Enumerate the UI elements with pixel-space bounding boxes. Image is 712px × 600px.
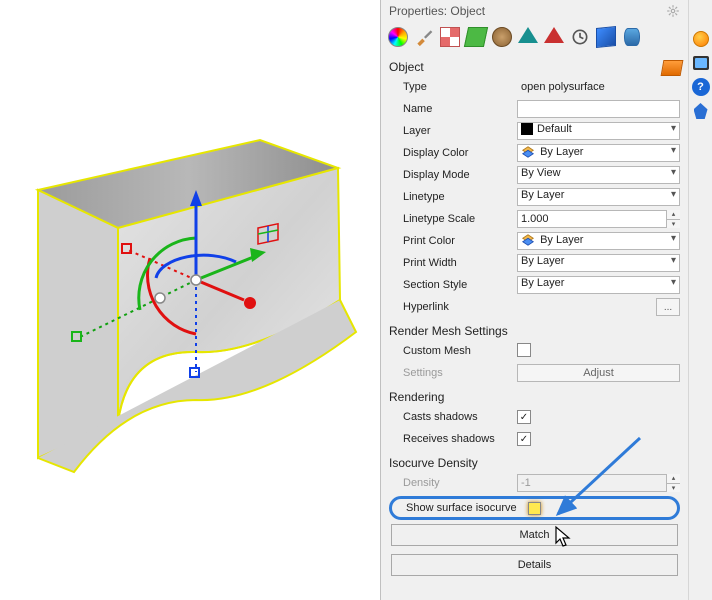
- section-isocurve-title: Isocurve Density: [381, 450, 688, 472]
- tab-history-icon[interactable]: [569, 26, 591, 48]
- select-display-mode[interactable]: By View: [517, 166, 680, 184]
- panel-title: Properties: Object: [389, 4, 485, 18]
- tab-object-icon[interactable]: [387, 26, 409, 48]
- label-linetype: Linetype: [389, 191, 517, 203]
- label-linetype-scale: Linetype Scale: [389, 213, 517, 225]
- label-type: Type: [389, 81, 517, 93]
- select-linetype[interactable]: By Layer: [517, 188, 680, 206]
- button-details[interactable]: Details: [391, 554, 678, 576]
- tab-overflow-icon[interactable]: [661, 60, 684, 76]
- label-show-isocurve: Show surface isocurve: [398, 502, 528, 514]
- label-layer: Layer: [389, 125, 517, 137]
- tab-row: [381, 22, 688, 54]
- tab-shrinkwrap-icon[interactable]: [595, 26, 617, 48]
- properties-panel: Properties: Object Object Type open poly…: [380, 0, 712, 600]
- tab-decal-icon[interactable]: [465, 26, 487, 48]
- section-rendermesh-title: Render Mesh Settings: [381, 318, 688, 340]
- spinner-linetype-scale[interactable]: ▴▾: [666, 210, 680, 228]
- checkbox-casts[interactable]: ✓: [517, 410, 531, 424]
- tab-environment-icon[interactable]: [491, 26, 513, 48]
- tab-cylinder-icon[interactable]: [621, 26, 643, 48]
- label-display-mode: Display Mode: [389, 169, 517, 181]
- label-settings: Settings: [389, 367, 517, 379]
- checkbox-custom-mesh[interactable]: [517, 343, 531, 357]
- button-adjust: Adjust: [517, 364, 680, 382]
- button-hyperlink[interactable]: ...: [656, 298, 680, 316]
- section-rendering-title: Rendering: [381, 384, 688, 406]
- checkbox-show-isocurve[interactable]: [528, 502, 541, 515]
- label-receives: Receives shadows: [389, 433, 517, 445]
- checkbox-receives[interactable]: ✓: [517, 432, 531, 446]
- select-section-style[interactable]: By Layer: [517, 276, 680, 294]
- label-casts: Casts shadows: [389, 411, 517, 423]
- tab-edge-icon[interactable]: [517, 26, 539, 48]
- tab-thickness-icon[interactable]: [543, 26, 565, 48]
- spinner-density: ▴▾: [666, 474, 680, 492]
- input-density: [517, 474, 680, 492]
- label-density: Density: [389, 477, 517, 489]
- select-print-width[interactable]: By Layer: [517, 254, 680, 272]
- side-tab-display-icon[interactable]: [692, 54, 710, 72]
- side-tab-help-icon[interactable]: ?: [692, 78, 710, 96]
- gear-icon[interactable]: [666, 4, 680, 18]
- tab-material-icon[interactable]: [413, 26, 435, 48]
- select-layer[interactable]: Default: [517, 122, 680, 140]
- input-linetype-scale[interactable]: [517, 210, 680, 228]
- label-print-width: Print Width: [389, 257, 517, 269]
- row-show-isocurve: Show surface isocurve: [389, 496, 680, 520]
- label-section-style: Section Style: [389, 279, 517, 291]
- label-hyperlink: Hyperlink: [389, 301, 517, 313]
- label-display-color: Display Color: [389, 147, 517, 159]
- label-print-color: Print Color: [389, 235, 517, 247]
- select-print-color[interactable]: By Layer: [517, 232, 680, 250]
- button-match[interactable]: Match: [391, 524, 678, 546]
- side-tab-notification-icon[interactable]: [692, 102, 710, 120]
- section-object-title: Object: [381, 54, 688, 76]
- tab-texture-icon[interactable]: [439, 26, 461, 48]
- panel-header: Properties: Object: [381, 0, 688, 22]
- value-type: open polysurface: [517, 81, 680, 93]
- side-tab-object-icon[interactable]: [692, 30, 710, 48]
- input-name[interactable]: [517, 100, 680, 118]
- label-custom-mesh: Custom Mesh: [389, 345, 517, 357]
- viewport-3d[interactable]: [0, 0, 380, 600]
- label-name: Name: [389, 103, 517, 115]
- side-tabs: ?: [688, 0, 712, 600]
- select-display-color[interactable]: By Layer: [517, 144, 680, 162]
